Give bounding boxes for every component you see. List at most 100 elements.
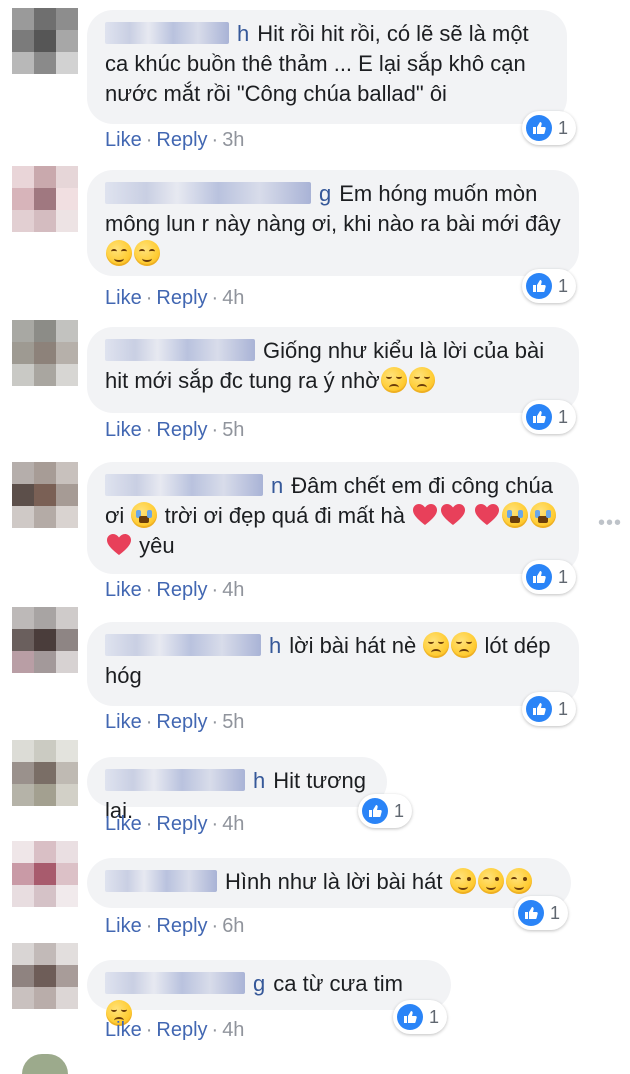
- red-heart-icon: [441, 504, 466, 525]
- reaction-count: 1: [558, 566, 569, 587]
- relieved-face-icon: [380, 367, 407, 393]
- relieved-face-icon: [408, 367, 435, 393]
- like-link[interactable]: Like: [105, 579, 142, 601]
- winking-face-icon: [449, 868, 476, 894]
- commenter-name-blurred[interactable]: [105, 474, 263, 496]
- avatar[interactable]: [12, 462, 78, 528]
- avatar[interactable]: [12, 8, 78, 74]
- commenter-name[interactable]: n: [271, 473, 283, 498]
- commenter-name-blurred[interactable]: [105, 182, 311, 204]
- comment-bubble: h Hit tương lai.: [87, 757, 387, 823]
- timestamp[interactable]: 5h: [222, 711, 244, 733]
- timestamp[interactable]: 4h: [222, 813, 244, 835]
- reply-link[interactable]: Reply: [156, 915, 207, 937]
- commenter-name-blurred[interactable]: [105, 22, 229, 44]
- like-link[interactable]: Like: [105, 287, 142, 309]
- comment-text: ca từ cưa tim: [273, 971, 403, 996]
- timestamp[interactable]: 4h: [222, 579, 244, 601]
- red-heart-icon: [475, 504, 500, 525]
- reaction-count: 1: [558, 406, 569, 427]
- dot-separator: ·: [211, 1019, 219, 1041]
- comment-bubble: n Đâm chết em đi công chúa ơi trời ơi đẹp…: [87, 462, 579, 574]
- comment-actions: Like · Reply · 5h: [105, 710, 244, 734]
- timestamp[interactable]: 3h: [222, 129, 244, 151]
- reply-link[interactable]: Reply: [156, 813, 207, 835]
- reaction-count-badge[interactable]: 1: [393, 1000, 448, 1034]
- like-link[interactable]: Like: [105, 915, 142, 937]
- red-heart-icon: [107, 534, 131, 555]
- reaction-count: 1: [550, 902, 561, 923]
- comment-actions: Like · Reply · 4h: [105, 1018, 244, 1042]
- like-thumb-icon: [526, 404, 552, 430]
- commenter-name-blurred[interactable]: [105, 972, 245, 994]
- reaction-count: 1: [429, 1006, 440, 1027]
- like-link[interactable]: Like: [105, 1019, 142, 1041]
- commenter-name[interactable]: g: [253, 971, 265, 996]
- dot-separator: ·: [211, 287, 219, 309]
- commenter-name-blurred[interactable]: [105, 634, 261, 656]
- smiling-face-icon: [106, 240, 132, 266]
- red-heart-icon: [413, 504, 438, 525]
- dot-separator: ·: [211, 129, 219, 151]
- reaction-count-badge[interactable]: 1: [522, 269, 577, 303]
- commenter-name[interactable]: h: [269, 633, 281, 658]
- more-options-icon[interactable]: •••: [598, 512, 622, 535]
- avatar[interactable]: [12, 607, 78, 673]
- smiling-face-icon: [134, 240, 160, 266]
- winking-face-icon: [505, 868, 532, 894]
- like-thumb-icon: [526, 115, 552, 141]
- comment-actions: Like · Reply · 4h: [105, 578, 244, 602]
- reply-link[interactable]: Reply: [156, 287, 207, 309]
- dot-separator: ·: [145, 287, 153, 309]
- timestamp[interactable]: 4h: [222, 287, 244, 309]
- like-link[interactable]: Like: [105, 813, 142, 835]
- comment-actions: Like · Reply · 6h: [105, 914, 244, 938]
- commenter-name[interactable]: g: [319, 181, 331, 206]
- comment-actions: Like · Reply · 5h: [105, 418, 244, 442]
- reply-link[interactable]: Reply: [156, 1019, 207, 1041]
- loudly-crying-face-icon: [530, 502, 557, 528]
- like-thumb-icon: [526, 696, 552, 722]
- reaction-count: 1: [558, 117, 569, 138]
- timestamp[interactable]: 4h: [222, 1019, 244, 1041]
- comment-text: lời bài hát nè: [289, 633, 417, 658]
- avatar[interactable]: [12, 166, 78, 232]
- comment-bubble: h lời bài hát nè lót dép hóg: [87, 622, 579, 706]
- reaction-count-badge[interactable]: 1: [522, 400, 577, 434]
- avatar[interactable]: [22, 1054, 68, 1074]
- like-link[interactable]: Like: [105, 711, 142, 733]
- avatar[interactable]: [12, 943, 78, 1009]
- reaction-count-badge[interactable]: 1: [522, 560, 577, 594]
- reaction-count-badge[interactable]: 1: [358, 794, 413, 828]
- relieved-face-icon: [451, 632, 478, 658]
- reaction-count-badge[interactable]: 1: [522, 111, 577, 145]
- reply-link[interactable]: Reply: [156, 419, 207, 441]
- commenter-name[interactable]: h: [237, 21, 249, 46]
- timestamp[interactable]: 5h: [222, 419, 244, 441]
- like-link[interactable]: Like: [105, 419, 142, 441]
- commenter-name-blurred[interactable]: [105, 870, 217, 892]
- reply-link[interactable]: Reply: [156, 711, 207, 733]
- dot-separator: ·: [145, 915, 153, 937]
- like-thumb-icon: [397, 1004, 423, 1030]
- comment-actions: Like · Reply · 3h: [105, 128, 244, 152]
- dot-separator: ·: [145, 711, 153, 733]
- commenter-name-blurred[interactable]: [105, 339, 255, 361]
- reply-link[interactable]: Reply: [156, 579, 207, 601]
- comment-bubble: Giống như kiểu là lời của bài hit mới sắ…: [87, 327, 579, 413]
- reply-link[interactable]: Reply: [156, 129, 207, 151]
- avatar[interactable]: [12, 740, 78, 806]
- comment-bubble: g ca từ cưa tim: [87, 960, 451, 1026]
- reaction-count-badge[interactable]: 1: [514, 896, 569, 930]
- timestamp[interactable]: 6h: [222, 915, 244, 937]
- commenter-name-blurred[interactable]: [105, 769, 245, 791]
- dot-separator: ·: [211, 915, 219, 937]
- avatar[interactable]: [12, 320, 78, 386]
- reaction-count-badge[interactable]: 1: [522, 692, 577, 726]
- dot-separator: ·: [145, 813, 153, 835]
- dot-separator: ·: [211, 711, 219, 733]
- dot-separator: ·: [211, 579, 219, 601]
- commenter-name[interactable]: h: [253, 768, 265, 793]
- avatar[interactable]: [12, 841, 78, 907]
- like-link[interactable]: Like: [105, 129, 142, 151]
